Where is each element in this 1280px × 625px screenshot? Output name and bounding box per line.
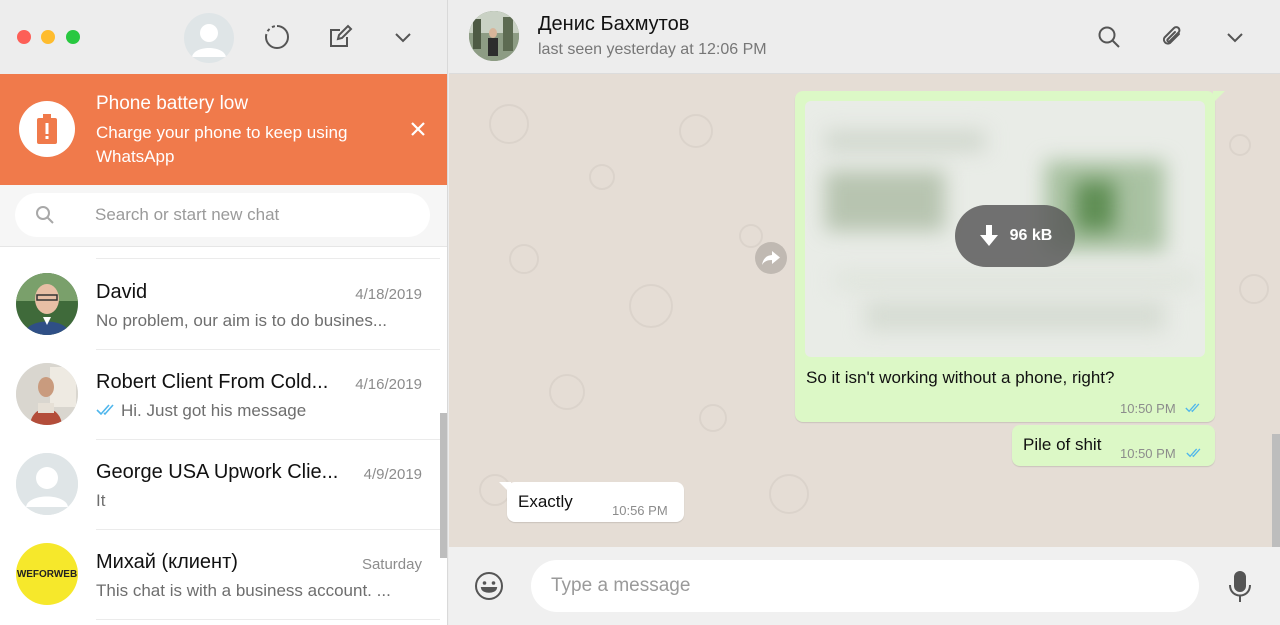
download-button[interactable]: 96 kB	[955, 205, 1075, 267]
conversation-panel: Денис Бахмутов last seen yesterday at 12…	[449, 0, 1280, 625]
search-input[interactable]	[95, 193, 415, 237]
avatar: WEFORWEB	[16, 543, 78, 605]
chat-date: 4/9/2019	[363, 466, 422, 483]
message-text: Exactly	[518, 492, 573, 511]
chat-date: 4/16/2019	[355, 376, 422, 393]
chat-name: George USA Upwork Clie...	[96, 461, 339, 483]
search-icon[interactable]	[1094, 22, 1124, 52]
message-time: 10:50 PM	[1120, 401, 1176, 416]
window-zoom-button[interactable]	[66, 30, 80, 44]
message-text: So it isn't working without a phone, rig…	[806, 368, 1115, 387]
outgoing-message[interactable]: Pile of shit 10:50 PM	[1012, 425, 1215, 466]
message-area-scrollbar[interactable]	[1272, 434, 1280, 547]
search-box	[15, 193, 430, 237]
chevron-down-icon[interactable]	[1220, 22, 1250, 52]
avatar	[16, 273, 78, 335]
chat-name: Михай (клиент)	[96, 551, 238, 573]
chat-preview: No problem, our aim is to do busines...	[96, 311, 388, 330]
incoming-message[interactable]: Exactly 10:56 PM	[507, 482, 684, 522]
chat-date: 4/18/2019	[355, 286, 422, 303]
chat-list-item[interactable]: Robert Client From Cold... 4/16/2019 Hi.…	[0, 350, 440, 440]
bubble-tail	[1213, 91, 1225, 103]
message-text: Pile of shit	[1023, 435, 1102, 454]
chat-list-item[interactable]: David 4/18/2019 No problem, our aim is t…	[0, 260, 440, 350]
chat-preview: This chat is with a business account. ..…	[96, 581, 391, 600]
battery-alert-icon	[19, 101, 75, 157]
chat-preview-text: Hi. Just got his message	[121, 401, 307, 420]
message-area: 96 kB So it isn't working without a phon…	[449, 74, 1280, 547]
read-ticks-icon	[1185, 403, 1200, 413]
read-ticks-icon	[1186, 448, 1201, 458]
chat-preview: It	[96, 491, 106, 510]
chat-date: Saturday	[361, 556, 422, 573]
search-bar	[0, 185, 447, 247]
chat-list-scrollbar[interactable]	[440, 413, 447, 558]
forward-icon[interactable]	[755, 242, 787, 274]
avatar	[16, 363, 78, 425]
outgoing-message[interactable]: 96 kB So it isn't working without a phon…	[795, 91, 1215, 422]
chat-list: David 4/18/2019 No problem, our aim is t…	[0, 258, 447, 625]
chat-list-item[interactable]: WEFORWEB Михай (клиент) Saturday This ch…	[0, 530, 440, 620]
conversation-header: Денис Бахмутов last seen yesterday at 12…	[449, 0, 1280, 74]
read-ticks-icon	[96, 402, 118, 422]
contact-name: Денис Бахмутов	[538, 13, 690, 35]
window-close-button[interactable]	[17, 30, 31, 44]
message-time: 10:56 PM	[612, 503, 668, 518]
chevron-down-icon[interactable]	[388, 22, 418, 52]
message-time: 10:50 PM	[1120, 446, 1176, 461]
my-profile-avatar[interactable]	[184, 13, 234, 63]
status-icon[interactable]	[262, 22, 292, 52]
new-chat-icon[interactable]	[325, 22, 355, 52]
avatar	[16, 453, 78, 515]
battery-banner-text: Charge your phone to keep using WhatsApp	[96, 123, 348, 166]
close-icon[interactable]	[405, 116, 431, 142]
chat-sidebar: Phone battery low Charge your phone to k…	[0, 0, 448, 625]
chat-name: Robert Client From Cold...	[96, 371, 329, 393]
chat-list-item[interactable]: George USA Upwork Clie... 4/9/2019 It	[0, 440, 440, 530]
message-composer	[449, 547, 1280, 625]
chat-name: David	[96, 281, 148, 303]
window-minimize-button[interactable]	[41, 30, 55, 44]
image-attachment[interactable]: 96 kB	[805, 101, 1205, 357]
search-icon	[35, 205, 55, 225]
paperclip-icon[interactable]	[1157, 22, 1187, 52]
battery-banner-title: Phone battery low	[96, 93, 249, 114]
contact-avatar[interactable]	[469, 11, 519, 61]
message-input[interactable]	[531, 560, 1199, 612]
download-size: 96 kB	[1009, 227, 1053, 244]
sidebar-header	[0, 0, 447, 74]
microphone-icon[interactable]	[1225, 571, 1255, 603]
contact-last-seen: last seen yesterday at 12:06 PM	[538, 41, 767, 58]
emoji-icon[interactable]	[473, 570, 505, 602]
chat-preview: Hi. Just got his message	[96, 401, 414, 422]
